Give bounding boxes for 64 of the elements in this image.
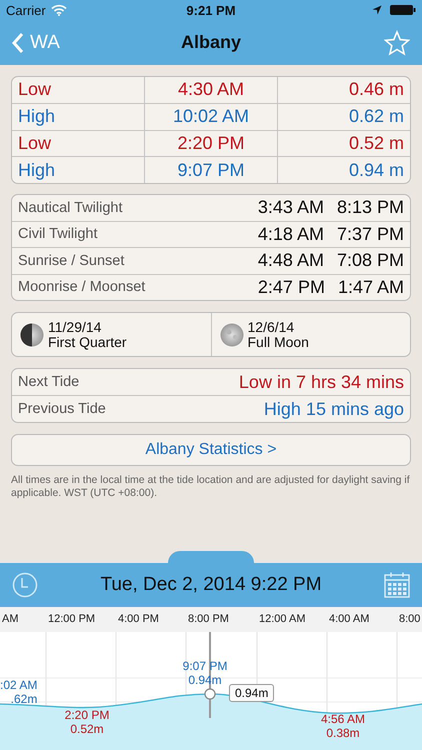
- phase-name: Full Moon: [248, 334, 309, 350]
- tide-time-label: 2:20 PM: [64, 708, 110, 722]
- axis-label: 4:00 AM: [329, 613, 370, 625]
- statistics-button[interactable]: Albany Statistics >: [11, 434, 411, 466]
- table-cell: 4:30 AM: [144, 77, 278, 103]
- tide-time-label: :02 AM: [0, 678, 38, 692]
- time-value: 4:18 AM: [258, 224, 324, 245]
- table-cell-text: Low: [17, 132, 52, 155]
- screen-title: Albany: [180, 32, 241, 53]
- axis-label: 12:00 PM: [48, 613, 96, 625]
- time-value: 7:08 PM: [336, 250, 404, 272]
- table-cell-text: High: [17, 105, 56, 128]
- phase-date: 12/6/14: [248, 320, 296, 334]
- table-cell-text: Low: [17, 78, 52, 102]
- row-label: Civil Twilight: [18, 226, 99, 242]
- wifi-icon: [50, 4, 67, 16]
- tide-time-label: 4:56 AM: [320, 712, 366, 726]
- row-label: Previous Tide: [18, 401, 107, 417]
- location-arrow-icon: [372, 5, 382, 15]
- cursor-handle[interactable]: [204, 688, 216, 700]
- tide-time-label: 9:07 PM: [182, 659, 228, 673]
- tide-height-label: 0.52m: [70, 722, 104, 736]
- time-value: 3:43 AM: [258, 197, 324, 218]
- clock-icon[interactable]: [12, 572, 38, 598]
- status-value: Low in 7 hrs 34 mins: [238, 372, 404, 392]
- axis-label: 12:00 AM: [259, 613, 306, 625]
- table-cell-text: 0.52 m: [348, 132, 405, 155]
- row-label: Moonrise / Moonset: [18, 279, 146, 296]
- value-tooltip: 0.94m: [229, 684, 274, 702]
- calendar-icon[interactable]: [384, 572, 410, 598]
- time-value: 7:37 PM: [336, 224, 404, 245]
- phase-name: First Quarter: [48, 334, 127, 350]
- axis-label: 4:00 PM: [118, 613, 159, 625]
- back-button[interactable]: WA: [12, 32, 102, 54]
- status-value: High 15 mins ago: [264, 398, 404, 420]
- table-cell: 9:07 PM: [144, 157, 278, 183]
- battery-icon: [390, 4, 416, 16]
- chevron-left-icon: [12, 32, 24, 54]
- row-label: Nautical Twilight: [18, 200, 124, 216]
- axis-label: AM: [2, 613, 18, 625]
- clock-time: 9:21 PM: [186, 2, 236, 18]
- tide-height-label: 0.94m: [188, 673, 222, 687]
- row-label: Sunrise / Sunset: [18, 252, 126, 269]
- table-cell-text: High: [17, 158, 56, 182]
- tide-height-label: 0.38m: [326, 726, 360, 740]
- date-time: Tue, Dec 2, 2014 9:22 PM: [100, 574, 322, 596]
- footnote-text: All times are in the local time at the tide location and are adjusted for daylight saving if applicable. WST (UTC +08:00).: [11, 474, 411, 500]
- carrier-name: Carrier: [6, 2, 46, 18]
- axis-label: 8:00 PM: [188, 613, 229, 625]
- row-label: Next Tide: [18, 374, 80, 390]
- time-value: 8:13 PM: [336, 197, 404, 218]
- time-value: 2:47 PM: [258, 276, 325, 298]
- table-cell-text: 0.62 m: [348, 105, 405, 128]
- table-cell: 2:20 PM: [144, 130, 278, 156]
- phase-date: 11/29/14: [48, 320, 102, 334]
- time-value: 4:48 AM: [258, 250, 324, 272]
- table-cell-text: 0.94 m: [348, 158, 405, 182]
- table-cell-text: 0.46 m: [348, 78, 405, 102]
- tide-height-label: .62m: [10, 692, 38, 706]
- drawer-handle[interactable]: [168, 551, 254, 563]
- time-value: 1:47 AM: [338, 276, 404, 298]
- axis-label: 8:00: [399, 613, 420, 625]
- table-cell: 10:02 AM: [144, 104, 278, 130]
- star-icon[interactable]: [384, 30, 410, 56]
